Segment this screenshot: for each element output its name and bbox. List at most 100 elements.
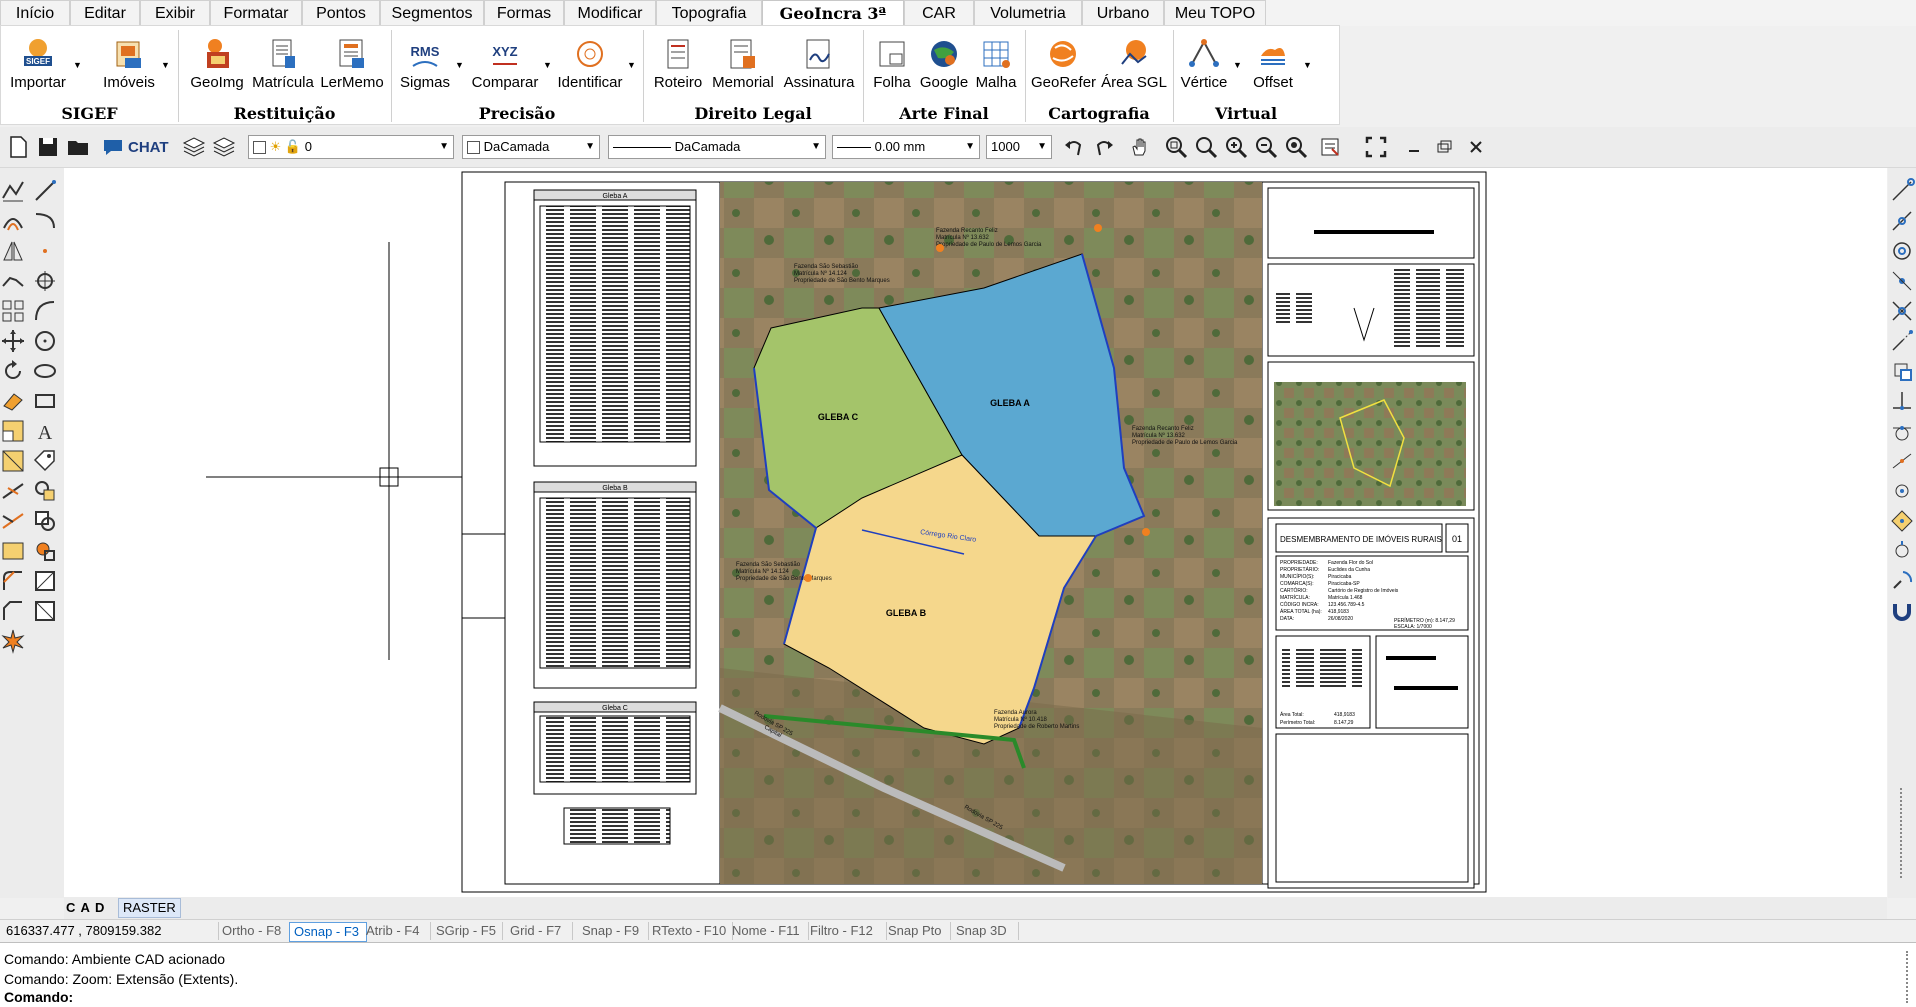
- status-rtexto[interactable]: RTexto - F10: [648, 922, 733, 940]
- sigmas-button[interactable]: RMS Sigmas: [397, 32, 453, 100]
- vertice-button[interactable]: Vértice: [1177, 32, 1231, 100]
- tab-modificar[interactable]: Modificar: [564, 0, 656, 25]
- importar-dropdown-icon[interactable]: ▼: [73, 60, 82, 70]
- tab-inicio[interactable]: Início: [0, 0, 70, 25]
- lineweight-select[interactable]: 0.00 mm ▼: [832, 135, 980, 159]
- command-scroll-grip[interactable]: [1906, 951, 1909, 1003]
- chamfer-icon[interactable]: [0, 598, 26, 624]
- minimize-icon[interactable]: [1402, 135, 1426, 159]
- offset-button[interactable]: Offset: [1247, 32, 1299, 100]
- status-snap-pto[interactable]: Snap Pto: [884, 922, 951, 940]
- status-nome[interactable]: Nome - F11: [728, 922, 809, 940]
- layers-icon[interactable]: [182, 135, 206, 159]
- save-icon[interactable]: [36, 135, 60, 159]
- importar-button[interactable]: SIGEF Importar: [5, 32, 71, 100]
- restore-icon[interactable]: [1432, 135, 1456, 159]
- status-osnap[interactable]: Osnap - F3: [289, 922, 367, 942]
- array-icon[interactable]: [0, 298, 26, 324]
- tab-geoincra[interactable]: GeoIncra 3ª Ed.: [762, 0, 904, 48]
- open-folder-icon[interactable]: [66, 135, 90, 159]
- tab-urbano[interactable]: Urbano: [1082, 0, 1164, 25]
- tab-formas[interactable]: Formas: [484, 0, 564, 25]
- tab-exibir[interactable]: Exibir: [140, 0, 210, 25]
- layer-manager-icon[interactable]: [212, 135, 236, 159]
- status-filtro[interactable]: Filtro - F12: [806, 922, 887, 940]
- ellipse-icon[interactable]: [32, 358, 58, 384]
- google-button[interactable]: Google: [919, 32, 969, 100]
- tab-volumetria[interactable]: Volumetria: [974, 0, 1082, 25]
- identificar-dropdown-icon[interactable]: ▼: [627, 60, 636, 70]
- rectangle-icon[interactable]: [32, 388, 58, 414]
- status-ortho[interactable]: Ortho - F8: [218, 922, 295, 940]
- offset-curve-icon[interactable]: [0, 208, 26, 234]
- tag-icon[interactable]: [32, 448, 58, 474]
- point-icon[interactable]: [32, 238, 58, 264]
- snap-insert-icon[interactable]: [1889, 358, 1915, 384]
- tab-segmentos[interactable]: Segmentos: [380, 0, 484, 25]
- snap-polar-icon[interactable]: [1889, 568, 1915, 594]
- tab-car[interactable]: CAR: [904, 0, 974, 25]
- snap-nearest-icon[interactable]: [1889, 448, 1915, 474]
- comparar-dropdown-icon[interactable]: ▼: [543, 60, 552, 70]
- area-sgl-button[interactable]: Área SGL: [1099, 32, 1169, 100]
- snap-magnet-icon[interactable]: [1889, 598, 1915, 624]
- scale-icon[interactable]: [0, 418, 26, 444]
- snap-tangent-icon[interactable]: [1889, 418, 1915, 444]
- tab-raster[interactable]: RASTER: [118, 898, 181, 918]
- georefer-button[interactable]: GeoRefer: [1031, 32, 1096, 100]
- boundary-icon[interactable]: [32, 598, 58, 624]
- status-atrib[interactable]: Atrib - F4: [362, 922, 431, 940]
- snap-midpoint-icon[interactable]: [1889, 208, 1915, 234]
- snap-extension-icon[interactable]: [1889, 328, 1915, 354]
- snap-endpoint-icon[interactable]: [1889, 178, 1915, 204]
- status-sgrip[interactable]: SGrip - F5: [432, 922, 503, 940]
- layer-select[interactable]: ☀ 🔓 0 ▼: [248, 135, 454, 159]
- status-grid[interactable]: Grid - F7: [506, 922, 573, 940]
- status-snap[interactable]: Snap - F9: [578, 922, 649, 940]
- snap-perpendicular-icon[interactable]: [1889, 388, 1915, 414]
- pan-hand-icon[interactable]: [1128, 135, 1152, 159]
- command-prompt[interactable]: Comando:: [4, 987, 73, 1007]
- rotate-icon[interactable]: [0, 358, 26, 384]
- snap-center-icon[interactable]: [1889, 238, 1915, 264]
- curve-icon[interactable]: [32, 208, 58, 234]
- measure-icon[interactable]: [0, 448, 26, 474]
- assinatura-button[interactable]: Assinatura: [783, 32, 855, 100]
- shapes-icon[interactable]: [32, 478, 58, 504]
- zoom-realtime-icon[interactable]: [1194, 135, 1218, 159]
- arc-icon[interactable]: [32, 298, 58, 324]
- close-icon[interactable]: [1464, 135, 1488, 159]
- lermemo-button[interactable]: LerMemo: [319, 32, 385, 100]
- tab-pontos[interactable]: Pontos: [302, 0, 380, 25]
- tab-formatar[interactable]: Formatar: [210, 0, 302, 25]
- tab-editar[interactable]: Editar: [70, 0, 140, 25]
- roteiro-button[interactable]: Roteiro: [651, 32, 705, 100]
- snap-parallel-icon[interactable]: [1889, 538, 1915, 564]
- hatch-icon[interactable]: [0, 538, 26, 564]
- comparar-button[interactable]: XYZ Comparar: [469, 32, 541, 100]
- fullscreen-icon[interactable]: [1364, 135, 1388, 159]
- snap-quadrant-icon[interactable]: [1889, 508, 1915, 534]
- circle-icon[interactable]: [32, 328, 58, 354]
- extend-icon[interactable]: [0, 508, 26, 534]
- linetype-select[interactable]: DaCamada ▼: [608, 135, 826, 159]
- region-icon[interactable]: [32, 508, 58, 534]
- erase-icon[interactable]: [0, 388, 26, 414]
- snap-node-icon[interactable]: [1889, 268, 1915, 294]
- vertice-dropdown-icon[interactable]: ▼: [1233, 60, 1242, 70]
- snap-apparent-icon[interactable]: [1889, 478, 1915, 504]
- imoveis-dropdown-icon[interactable]: ▼: [161, 60, 170, 70]
- matricula-button[interactable]: Matrícula: [251, 32, 315, 100]
- toolbar-grip[interactable]: [1900, 788, 1903, 878]
- explode-icon[interactable]: [0, 628, 26, 654]
- line-icon[interactable]: [32, 178, 58, 204]
- scale-select[interactable]: 1000 ▼: [986, 135, 1052, 159]
- zoom-extents-icon[interactable]: [1284, 135, 1308, 159]
- status-snap-3d[interactable]: Snap 3D: [952, 922, 1019, 940]
- fillet-icon[interactable]: [0, 568, 26, 594]
- properties-icon[interactable]: [1318, 135, 1342, 159]
- color-select[interactable]: DaCamada ▼: [462, 135, 600, 159]
- stretch-icon[interactable]: [0, 268, 26, 294]
- chat-button[interactable]: CHAT: [102, 137, 169, 159]
- hatch-cross-icon[interactable]: [32, 568, 58, 594]
